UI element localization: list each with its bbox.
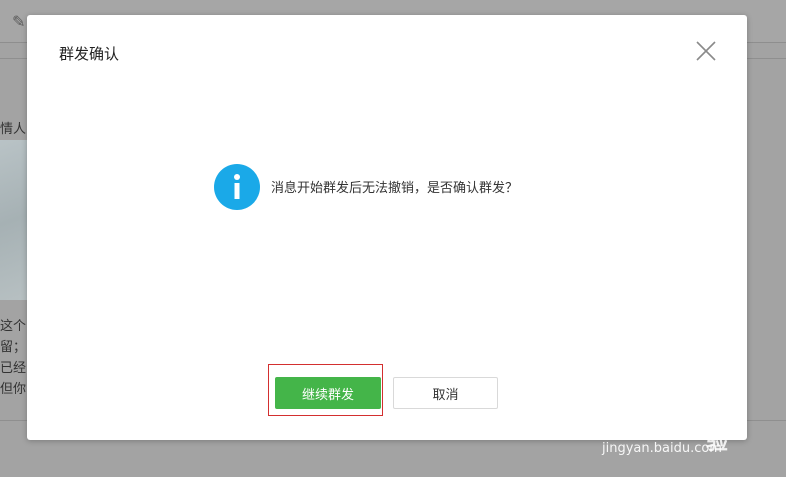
- baidu-jingyan-watermark: Bai 经验 jingyan.baidu.com: [598, 386, 748, 460]
- background-text-line: 但你: [0, 382, 27, 397]
- info-icon: [214, 164, 260, 210]
- background-article-thumbnail: [0, 140, 27, 300]
- dialog-title: 群发确认: [59, 45, 120, 63]
- background-text-line: 这个: [0, 319, 27, 334]
- mass-send-confirm-dialog: 群发确认 消息开始群发后无法撤销，是否确认群发？ 继续群发 取消: [27, 15, 747, 440]
- background-text-line: 已经: [0, 361, 27, 376]
- paw-icon: [670, 394, 699, 424]
- background-text-line: 留；: [0, 340, 27, 355]
- continue-mass-send-button[interactable]: 继续群发: [275, 377, 381, 409]
- watermark-logo: Bai: [598, 386, 657, 426]
- close-icon: [696, 41, 716, 61]
- close-button[interactable]: [694, 39, 718, 63]
- pencil-icon: ✎: [12, 12, 26, 31]
- cancel-button[interactable]: 取消: [393, 377, 498, 409]
- confirm-message: 消息开始群发后无法撤销，是否确认群发？: [271, 181, 519, 196]
- background-article-title: 情人: [0, 122, 27, 137]
- watermark-url: jingyan.baidu.com: [602, 441, 722, 456]
